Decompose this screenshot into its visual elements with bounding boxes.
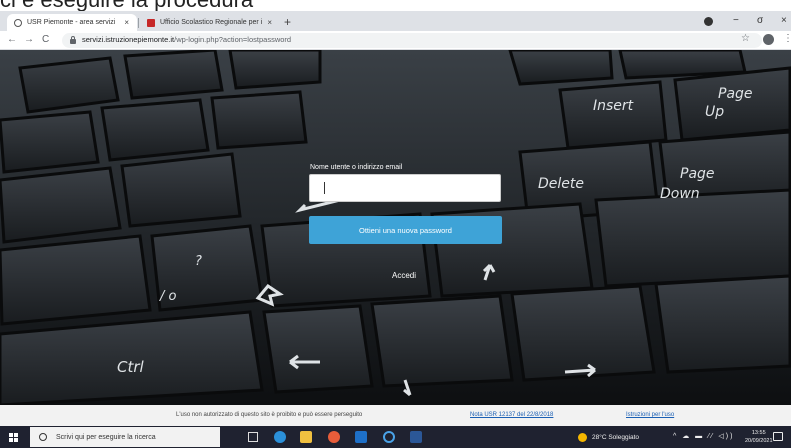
close-icon[interactable]: × xyxy=(124,18,129,27)
clock-date: 20/09/2021 xyxy=(745,438,773,444)
address-bar: ← → C servizi.istruzionepiemonte.it/wp-l… xyxy=(0,31,791,50)
system-tray-icons[interactable]: ^ ☁ ▬ ⁄⁄ ◁)) xyxy=(673,432,734,440)
account-icon[interactable] xyxy=(763,34,774,45)
key-ctrl: Ctrl xyxy=(117,358,145,376)
new-tab-button[interactable]: + xyxy=(284,15,291,29)
key-insert: Insert xyxy=(593,98,634,114)
lock-icon xyxy=(70,36,76,44)
footer-nota-link[interactable]: Nota USR 12137 del 22/8/2018 xyxy=(470,412,553,418)
key-page-up-1: Page xyxy=(718,86,753,102)
tab-ufficio-scolastico[interactable]: Ufficio Scolastico Regionale per i × xyxy=(140,14,280,31)
page-viewport: Insert Page Up Delete Page Down Ctrl / o… xyxy=(0,50,791,405)
ust-logo-icon xyxy=(147,18,155,27)
taskbar-clock[interactable]: 13:55 20/09/2021 xyxy=(745,429,773,445)
tab-title: Ufficio Scolastico Regionale per i xyxy=(160,19,263,26)
bookmark-star-icon[interactable]: ☆ xyxy=(741,33,750,44)
globe-icon xyxy=(14,18,22,27)
key-delete: Delete xyxy=(538,176,584,192)
task-view-icon[interactable] xyxy=(248,432,258,442)
caption-strip: ci e eseguire la procedura xyxy=(0,0,791,11)
page-footer: L'uso non autorizzato di questo sito è p… xyxy=(0,405,791,426)
text-caret xyxy=(324,182,325,194)
url-path: /wp-login.php?action=lostpassword xyxy=(174,35,292,44)
key-page-down-2: Down xyxy=(660,186,700,202)
clock-time: 13:55 xyxy=(751,430,766,436)
minimize-button[interactable]: − xyxy=(733,14,739,28)
windows-start-icon[interactable] xyxy=(9,433,18,442)
search-placeholder: Scrivi qui per eseguire la ricerca xyxy=(56,433,156,441)
caption-text: ci e eseguire la procedura xyxy=(0,0,253,11)
window-close-button[interactable]: × xyxy=(781,14,787,28)
forward-button[interactable]: → xyxy=(24,33,34,47)
internet-explorer-icon[interactable] xyxy=(383,431,395,443)
url-text: servizi.istruzionepiemonte.it/wp-login.p… xyxy=(82,35,291,44)
footer-istruzioni-link[interactable]: Istruzioni per l'uso xyxy=(626,412,674,418)
key-page-down-1: Page xyxy=(680,166,715,182)
url-host: servizi.istruzionepiemonte.it xyxy=(82,35,175,44)
maximize-button[interactable]: σ xyxy=(757,14,763,28)
outlook-app-icon[interactable] xyxy=(355,431,367,443)
menu-kebab-icon[interactable]: ⋮ xyxy=(783,33,791,44)
windows-taskbar: Scrivi qui per eseguire la ricerca 28°C … xyxy=(0,426,791,448)
word-app-icon[interactable] xyxy=(410,431,422,443)
get-new-password-button[interactable]: Ottieni una nuova password xyxy=(309,216,502,244)
username-email-input[interactable] xyxy=(309,174,501,202)
file-explorer-icon[interactable] xyxy=(300,431,312,443)
search-icon xyxy=(39,433,47,441)
footer-disclaimer: L'uso non autorizzato di questo sito è p… xyxy=(176,412,363,418)
key-slash: / o xyxy=(159,289,177,304)
url-field[interactable]: servizi.istruzionepiemonte.it/wp-login.p… xyxy=(62,33,762,48)
tab-separator xyxy=(138,18,139,28)
profile-icon[interactable] xyxy=(704,17,713,26)
notification-icon[interactable] xyxy=(773,432,783,441)
close-icon[interactable]: × xyxy=(267,18,272,27)
key-page-up-2: Up xyxy=(705,104,724,120)
tab-usr-piemonte[interactable]: USR Piemonte - area servizi × xyxy=(7,14,137,31)
weather-text[interactable]: 28°C Soleggiato xyxy=(592,434,639,441)
tab-strip: USR Piemonte - area servizi × Ufficio Sc… xyxy=(0,11,791,31)
username-label: Nome utente o indirizzo email xyxy=(310,164,403,171)
weather-sun-icon[interactable] xyxy=(578,433,587,442)
login-link[interactable]: Accedi xyxy=(392,271,416,280)
reload-button[interactable]: C xyxy=(42,33,49,47)
tab-title: USR Piemonte - area servizi xyxy=(27,19,116,26)
chrome-app-icon[interactable] xyxy=(328,431,340,443)
key-question: ? xyxy=(195,254,202,269)
edge-app-icon[interactable] xyxy=(274,431,286,443)
taskbar-search-box[interactable]: Scrivi qui per eseguire la ricerca xyxy=(30,427,220,447)
back-button[interactable]: ← xyxy=(7,33,17,47)
